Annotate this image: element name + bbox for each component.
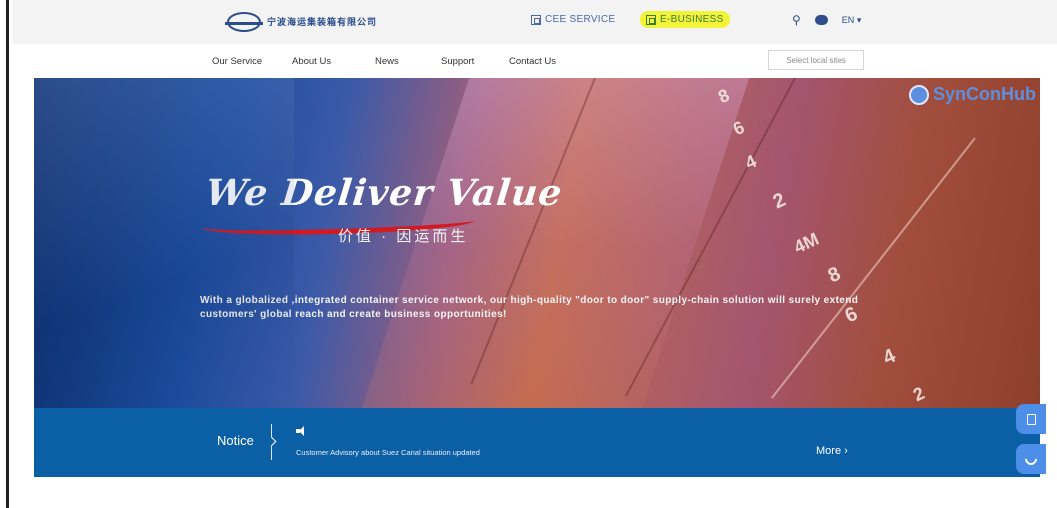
- hull-draft-mark: 6: [730, 116, 748, 140]
- phone-icon: [1022, 450, 1040, 468]
- e-business-link[interactable]: E-BUSINESS: [640, 11, 730, 28]
- hull-draft-mark: 8: [824, 262, 845, 288]
- chat-icon[interactable]: [814, 15, 828, 25]
- hull-draft-mark: 4M: [790, 228, 822, 258]
- language-label: EN: [841, 14, 855, 25]
- company-logo[interactable]: 宁波海运集装箱有限公司: [225, 12, 377, 32]
- notice-more-link[interactable]: More ›: [816, 445, 848, 457]
- service-box-icon: [646, 14, 656, 25]
- synconhub-label: SynConHub: [933, 84, 1036, 104]
- cee-service-label: CEE SERVICE: [545, 14, 616, 25]
- hero-tagline-cn: 价值 · 因运而生: [338, 228, 469, 245]
- hero-banner[interactable]: 8 6 4 2 4M 8 6 4 2 SynConHub We Deliver …: [34, 78, 1040, 408]
- synconhub-brand[interactable]: SynConHub: [909, 84, 1036, 105]
- hull-draft-mark: 2: [769, 188, 790, 214]
- hull-draft-mark: 2: [910, 382, 928, 406]
- document-icon: [1026, 413, 1036, 425]
- notice-item-link[interactable]: Customer Advisory about Suez Canal situa…: [296, 448, 480, 457]
- service-box-icon: [531, 14, 541, 25]
- hull-seam: [470, 78, 596, 385]
- main-nav: Our Service About Us News Support Contac…: [12, 44, 1057, 78]
- top-header: 宁波海运集装箱有限公司 CEE SERVICE E-BUSINESS ⚲ EN …: [12, 0, 1057, 44]
- e-business-label: E-BUSINESS: [660, 14, 724, 25]
- header-actions: ⚲ EN ▾: [792, 13, 861, 27]
- logo-mark-icon: [225, 12, 263, 32]
- notice-title: Notice: [217, 433, 254, 448]
- hull-draft-mark: 4: [879, 344, 900, 370]
- logo-text: 宁波海运集装箱有限公司: [267, 15, 377, 30]
- language-selector[interactable]: EN ▾: [842, 15, 862, 26]
- cee-service-link[interactable]: CEE SERVICE: [531, 14, 615, 25]
- hull-draft-mark: 8: [715, 84, 733, 108]
- nav-our-service[interactable]: Our Service: [212, 56, 262, 67]
- speaker-icon: [296, 426, 306, 436]
- chevron-right-icon: ›: [844, 445, 848, 457]
- synconhub-logo-icon: [909, 84, 929, 105]
- nav-contact-us[interactable]: Contact Us: [509, 56, 556, 67]
- search-icon[interactable]: ⚲: [792, 13, 801, 27]
- hull-seam: [771, 137, 976, 399]
- page: 宁波海运集装箱有限公司 CEE SERVICE E-BUSINESS ⚲ EN …: [0, 0, 1057, 508]
- site-select-dropdown[interactable]: Select local sites: [768, 50, 864, 70]
- logo-name-cn: 宁波海运集装箱有限公司: [267, 16, 378, 27]
- floating-document-button[interactable]: [1016, 404, 1046, 434]
- nav-support[interactable]: Support: [441, 56, 474, 67]
- hero-headline: We Deliver Value: [203, 172, 565, 214]
- hull-seam: [625, 78, 796, 397]
- hero-description: With a globalized ,integrated container …: [200, 295, 859, 320]
- more-label: More: [816, 445, 842, 457]
- floating-phone-button[interactable]: [1016, 444, 1046, 474]
- notice-divider: [271, 424, 272, 460]
- window-edge: [6, 0, 9, 508]
- nav-news[interactable]: News: [375, 56, 399, 67]
- notice-bar: Notice Customer Advisory about Suez Cana…: [34, 408, 1040, 477]
- nav-about-us[interactable]: About Us: [292, 56, 331, 67]
